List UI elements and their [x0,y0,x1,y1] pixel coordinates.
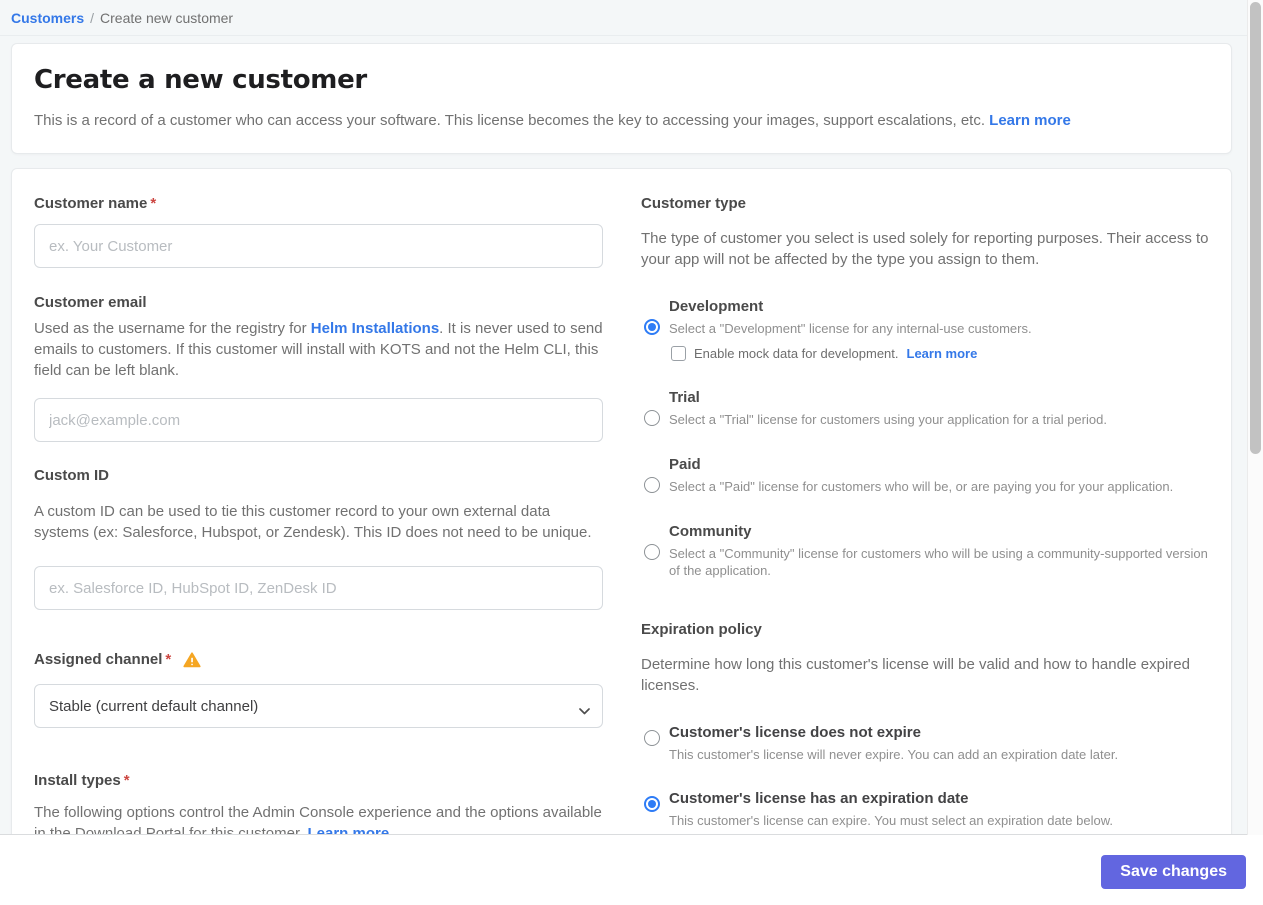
community-radio[interactable] [644,544,660,560]
customer-name-label-text: Customer name [34,195,148,212]
development-description: Select a "Development" license for any i… [669,321,1032,336]
install-types-label-text: Install types [34,772,121,789]
customer-type-description: The type of customer you select is used … [641,230,1209,268]
paid-description: Select a "Paid" license for customers wh… [669,479,1174,494]
customer-email-help: Used as the username for the registry fo… [34,318,603,381]
mock-data-checkbox-label: Enable mock data for development. [694,346,899,361]
trial-radio[interactable] [644,410,660,426]
has-expiration-title: Customer's license has an expiration dat… [669,790,969,807]
assigned-channel-label-text: Assigned channel [34,651,163,668]
expiration-policy-description: Determine how long this customer's licen… [641,656,1190,694]
customer-name-section: Customer name * [34,195,603,268]
expiration-policy-heading: Expiration policy [641,621,762,638]
form-right-column: Customer type The type of customer you s… [641,195,1209,839]
expiration-option-no-expire: Customer's license does not expire This … [641,724,1209,763]
mock-data-checkbox[interactable] [671,346,686,361]
no-expire-title: Customer's license does not expire [669,724,921,741]
customer-form-card: Customer name* Customer email Used as th… [11,168,1232,840]
custom-id-input[interactable] [34,566,603,610]
community-description: Select a "Community" license for custome… [669,546,1208,578]
required-asterisk: * [165,651,172,668]
customer-name-input[interactable] [34,224,603,268]
no-expire-description: This customer's license will never expir… [669,747,1119,762]
customer-type-option-development: Development Select a "Development" licen… [641,298,1209,361]
assigned-channel-select[interactable]: Stable (current default channel) [34,684,603,728]
install-types-section: Install types * The following options con… [34,772,603,839]
customer-type-heading: Customer type [641,195,747,212]
install-types-label: Install types * [34,772,603,789]
breadcrumb-customers-link[interactable]: Customers [11,10,84,26]
development-radio[interactable] [644,319,660,335]
trial-description: Select a "Trial" license for customers u… [669,412,1107,427]
breadcrumb-separator: / [90,9,95,26]
header-card: Create a new customer This is a record o… [11,43,1232,154]
helm-installations-link[interactable]: Helm Installations [311,320,439,337]
development-title: Development [669,298,764,315]
header-description: This is a record of a customer who can a… [34,110,1209,131]
header-description-text: This is a record of a customer who can a… [34,112,985,129]
assigned-channel-label: Assigned channel * [34,651,171,668]
email-help-before: Used as the username for the registry fo… [34,320,307,337]
breadcrumb-current: Create new customer [100,9,234,26]
community-title: Community [669,523,752,540]
custom-id-help: A custom ID can be used to tie this cust… [34,503,592,541]
customer-type-option-community: Community Select a "Community" license f… [641,523,1209,579]
paid-title: Paid [669,456,701,473]
custom-id-label: Custom ID [34,467,109,484]
has-expiration-description: This customer's license can expire. You … [669,813,1113,828]
mock-data-learn-more-link[interactable]: Learn more [907,346,978,361]
scrollbar-thumb[interactable] [1250,2,1261,454]
customer-email-label: Customer email [34,294,147,311]
paid-radio[interactable] [644,477,660,493]
customer-type-option-paid: Paid Select a "Paid" license for custome… [641,456,1209,495]
save-changes-button[interactable]: Save changes [1101,855,1246,889]
trial-title: Trial [669,389,700,406]
has-expiration-radio[interactable] [644,796,660,812]
mock-data-checkbox-row: Enable mock data for development. Learn … [669,346,1209,361]
required-asterisk: * [123,772,130,789]
form-left-column: Customer name* Customer email Used as th… [34,195,603,839]
breadcrumb: Customers / Create new customer [0,0,1263,36]
assigned-channel-section: Assigned channel * Stable (current defaul… [34,651,603,728]
vertical-scrollbar[interactable] [1247,0,1263,835]
customer-name-label: Customer name * [34,195,603,212]
warning-icon [183,651,201,668]
page-title: Create a new customer [34,65,367,95]
customer-email-input[interactable] [34,398,603,442]
customer-email-section: Customer email Used as the username for … [34,294,603,442]
no-expire-radio[interactable] [644,730,660,746]
create-customer-page: Customers / Create new customer Create a… [0,0,1263,905]
custom-id-section: Custom ID A custom ID can be used to tie… [34,467,603,610]
footer-action-bar: Save changes [0,834,1263,905]
expiration-option-has-date: Customer's license has an expiration dat… [641,790,1209,829]
required-asterisk: * [150,195,157,212]
header-learn-more-link[interactable]: Learn more [989,112,1071,129]
customer-type-option-trial: Trial Select a "Trial" license for custo… [641,389,1209,428]
